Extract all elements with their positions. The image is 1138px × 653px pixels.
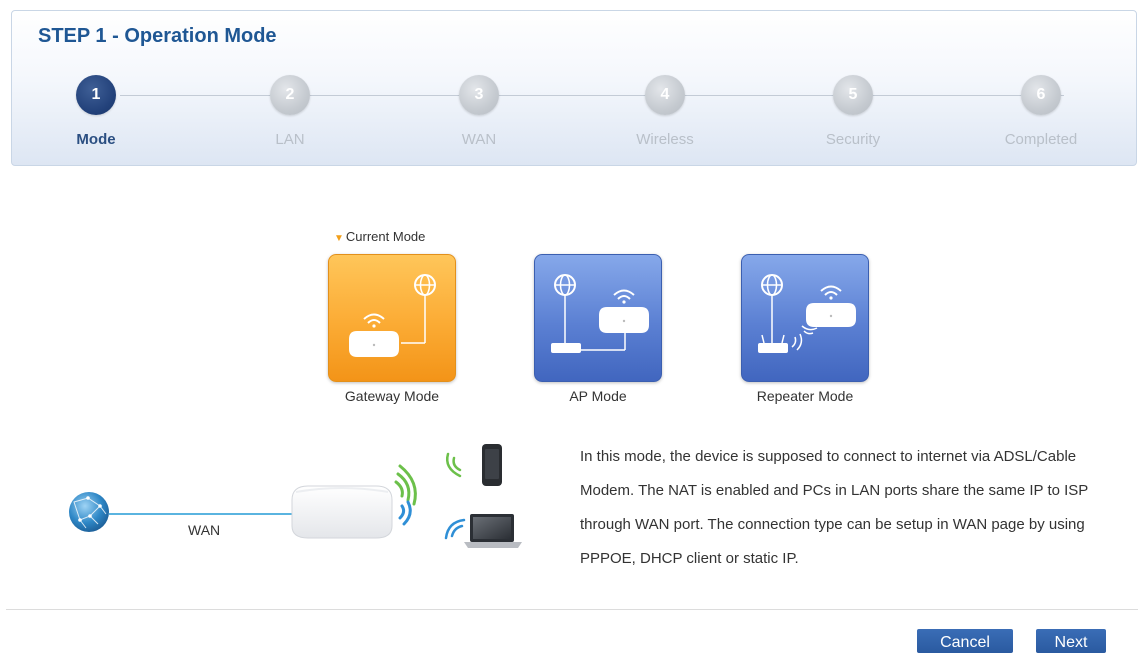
step-5[interactable]: 5 Security <box>793 75 913 148</box>
blue-wifi-icon <box>444 518 466 540</box>
step-number: 4 <box>645 75 685 115</box>
mode-gateway[interactable]: Gateway Mode <box>328 254 456 404</box>
step-indicator: 1 Mode 2 LAN 3 WAN 4 Wireless 5 Security… <box>12 75 1136 155</box>
access-point-icon <box>291 485 393 539</box>
repeater-mode-icon[interactable] <box>741 254 869 382</box>
footer-divider <box>6 609 1138 610</box>
step-label: WAN <box>461 131 497 148</box>
wifi-waves-icon <box>394 464 417 526</box>
step-label: Mode <box>76 131 116 148</box>
step-label: LAN <box>275 131 305 148</box>
smartphone-icon <box>482 444 502 486</box>
globe-icon <box>69 492 109 532</box>
mode-description: In this mode, the device is supposed to … <box>580 448 1089 567</box>
mode-label: Gateway Mode <box>344 388 440 404</box>
laptop-icon <box>464 514 522 548</box>
step-label: Security <box>825 131 881 148</box>
step-number: 1 <box>76 75 116 115</box>
step-label: Completed <box>1004 131 1078 148</box>
step-1[interactable]: 1 Mode <box>36 75 156 148</box>
wizard-panel: STEP 1 - Operation Mode 1 Mode 2 LAN 3 W… <box>11 10 1137 166</box>
ap-mode-icon[interactable] <box>534 254 662 382</box>
cancel-button[interactable]: Cancel <box>917 629 1013 653</box>
mode-ap[interactable]: AP Mode <box>534 254 662 404</box>
mode-repeater[interactable]: Repeater Mode <box>741 254 869 404</box>
next-button[interactable]: Next <box>1036 629 1106 653</box>
step-number: 5 <box>833 75 873 115</box>
wan-label: WAN <box>188 522 221 538</box>
step-number: 3 <box>459 75 499 115</box>
step-number: 6 <box>1021 75 1061 115</box>
mode-label: AP Mode <box>569 388 627 404</box>
network-diagram: WAN <box>60 440 540 560</box>
mode-label: Repeater Mode <box>756 388 854 404</box>
step-number: 2 <box>270 75 310 115</box>
step-6[interactable]: 6 Completed <box>981 75 1101 148</box>
step-3[interactable]: 3 WAN <box>419 75 539 148</box>
step-label: Wireless <box>636 131 694 148</box>
page-title: STEP 1 - Operation Mode <box>38 25 277 47</box>
current-mode-marker: ▼ Current Mode <box>334 229 425 244</box>
step-2[interactable]: 2 LAN <box>230 75 350 148</box>
network-diagram-svg <box>69 444 522 548</box>
green-wifi-icon <box>446 452 462 478</box>
step-4[interactable]: 4 Wireless <box>605 75 725 148</box>
current-mode-label: Current Mode <box>345 229 426 244</box>
gateway-mode-icon[interactable] <box>328 254 456 382</box>
triangle-down-icon: ▼ <box>334 233 344 244</box>
